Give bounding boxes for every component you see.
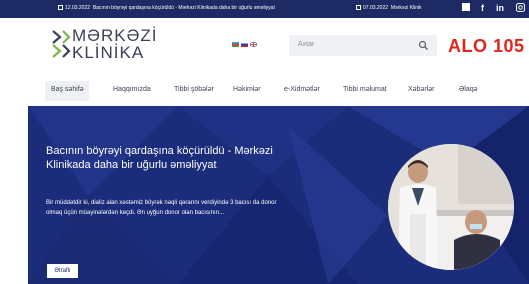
top-news-date-2: 07.03.2022 xyxy=(363,5,389,11)
nav-item-e-services[interactable]: e-Xidmətlər xyxy=(284,86,320,93)
doctor-patient-image xyxy=(388,144,514,270)
hero-slider: Bacının böyrəyi qardaşına köçürüldü - Mə… xyxy=(28,106,529,284)
hero-description: Bir müddətdir ki, dializ alan xəstəmiz b… xyxy=(46,200,277,216)
nav-item-doctors[interactable]: Həkimlər xyxy=(233,86,261,93)
top-news-item-1[interactable]: 12.03.2022 Bacının böyrəyi qardaşına köç… xyxy=(58,5,275,11)
instagram-icon[interactable] xyxy=(516,3,525,15)
top-news-text-2: Mərkəzi Klinik xyxy=(390,5,422,11)
language-switcher xyxy=(232,42,259,60)
nav-item-home[interactable]: Baş səhifə xyxy=(51,86,84,93)
search-input[interactable]: Axtar xyxy=(298,41,314,48)
logo-line-1: MƏRKƏZİ xyxy=(72,26,158,45)
nav-item-medical-info[interactable]: Tibbi məlumat xyxy=(343,86,387,93)
square-icon[interactable] xyxy=(462,3,470,14)
nav-item-about[interactable]: Haqqımızda xyxy=(113,86,151,93)
hero-photo xyxy=(388,144,514,270)
nav-item-contact[interactable]: Əlaqə xyxy=(459,86,478,93)
top-news-date-1: 12.03.2022 xyxy=(65,5,91,11)
ru-flag-icon[interactable] xyxy=(241,42,248,47)
search-icon[interactable] xyxy=(418,40,429,51)
read-more-button[interactable]: Ətraflı xyxy=(47,264,78,278)
hero-title[interactable]: Bacının böyrəyi qardaşına köçürüldü - Mə… xyxy=(46,144,276,172)
main-nav: Baş səhifə Haqqımızda Tibbi şöbələr Həki… xyxy=(0,74,529,106)
calendar-icon xyxy=(356,5,361,10)
linkedin-icon[interactable]: in xyxy=(496,3,504,14)
facebook-icon[interactable]: f xyxy=(481,3,484,14)
logo-line-2: KLİNİKA xyxy=(72,43,145,62)
nav-item-news[interactable]: Xəbərlər xyxy=(408,86,434,93)
site-header: MƏRKƏZİ KLİNİKA Axtar ALO 105 xyxy=(0,18,529,74)
nav-item-departments[interactable]: Tibbi şöbələr xyxy=(174,86,214,93)
hotline-number[interactable]: ALO 105 xyxy=(448,36,525,56)
az-flag-icon[interactable] xyxy=(232,42,239,47)
calendar-icon xyxy=(58,5,63,10)
top-news-bar: 12.03.2022 Bacının böyrəyi qardaşına köç… xyxy=(0,0,529,18)
gb-flag-icon[interactable] xyxy=(250,42,257,47)
top-news-item-2[interactable]: 07.03.2022 Mərkəzi Klinik xyxy=(356,5,422,11)
logo-wordmark: MƏRKƏZİ KLİNİKA xyxy=(72,27,157,61)
top-news-text-1: Bacının böyrəyi qardaşına köçürüldü - Mə… xyxy=(92,5,275,11)
search-box[interactable]: Axtar xyxy=(289,35,437,56)
logo-mark-icon xyxy=(52,30,71,58)
